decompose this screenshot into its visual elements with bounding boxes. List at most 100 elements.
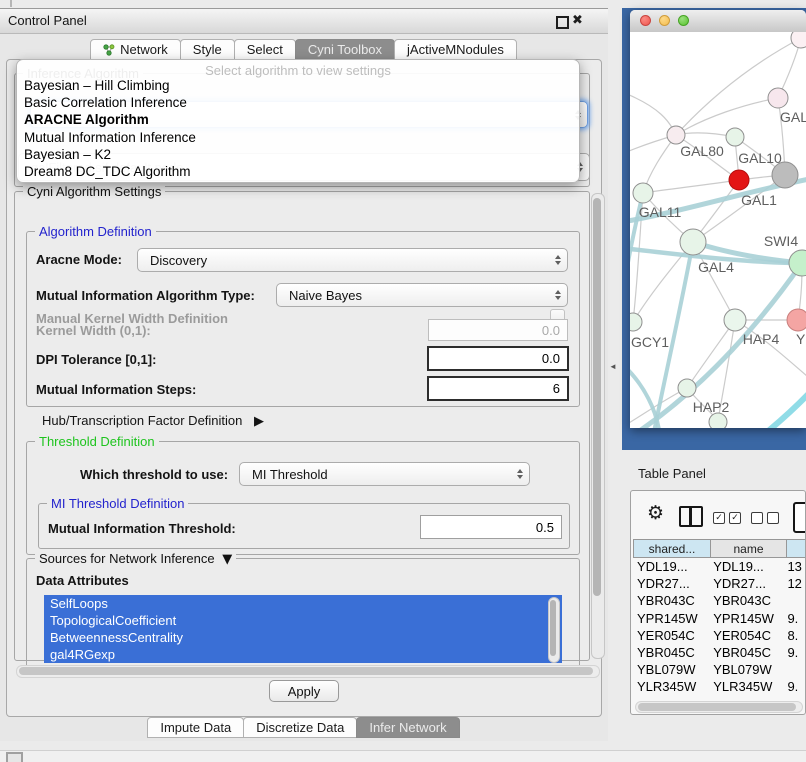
hub-definition-label: Hub/Transcription Factor Definition	[42, 413, 242, 428]
gear-icon[interactable]: ⚙	[647, 504, 664, 523]
data-attribute-item[interactable]: SelfLoops	[44, 595, 562, 612]
dropdown-item[interactable]: Bayesian – Hill Climbing	[17, 77, 579, 94]
traffic-light-close-icon[interactable]	[640, 15, 651, 26]
node-GAL80[interactable]	[667, 126, 685, 144]
kernel-width-input[interactable]: 0.0	[428, 319, 568, 341]
table-cell: 9.	[783, 645, 805, 660]
table-cell: YBL079W	[709, 662, 783, 677]
network-svg: GALGAL80GAL10GAL1GAL11SWI4GAL4GCY1HAP4YH…	[630, 32, 806, 428]
data-attribute-item[interactable]: gal4RGexp	[44, 646, 562, 663]
table-row[interactable]: YBL079WYBL079W	[633, 661, 805, 678]
dropdown-item[interactable]: Dream8 DC_TDC Algorithm	[17, 163, 579, 180]
table-cell: 9	[783, 697, 805, 700]
settings-vertical-scrollbar[interactable]	[591, 193, 605, 659]
tab-impute-data[interactable]: Impute Data	[147, 717, 244, 738]
table-cell: YDL19...	[633, 559, 709, 574]
split-view-icon[interactable]	[679, 506, 703, 527]
table-cell: YER054C	[633, 628, 709, 643]
tab-label: Impute Data	[160, 720, 231, 735]
table-row[interactable]: YER054CYER054C8.	[633, 627, 805, 644]
table-row[interactable]: YPR145WYPR145W9.	[633, 610, 805, 627]
node-GCY1[interactable]	[630, 313, 642, 331]
dropdown-item[interactable]: Mutual Information Inference	[17, 129, 579, 146]
node-Y[interactable]	[787, 309, 806, 331]
network-canvas[interactable]: GALGAL80GAL10GAL1GAL11SWI4GAL4GCY1HAP4YH…	[630, 32, 806, 428]
attributes-list-scrollbar[interactable]	[548, 597, 560, 663]
function-builder-icon[interactable]	[793, 502, 806, 533]
top-tab-bar: Network Style Select Cyni Toolbox jActiv…	[0, 37, 608, 60]
node-label: GAL80	[680, 143, 724, 159]
apply-button[interactable]: Apply	[269, 680, 339, 702]
table-row[interactable]: YBR045CYBR045C9.	[633, 644, 805, 661]
scrollbar-thumb[interactable]	[593, 198, 601, 596]
tab-jactivemnodules[interactable]: jActiveMNodules	[394, 39, 517, 60]
tab-style[interactable]: Style	[180, 39, 235, 60]
select-all-checkboxes-icon[interactable]: ✓✓	[713, 512, 741, 524]
data-attributes-list[interactable]: SelfLoopsTopologicalCoefficientBetweenne…	[44, 595, 562, 663]
traffic-light-zoom-icon[interactable]	[678, 15, 689, 26]
node-SWI4[interactable]	[789, 250, 806, 276]
table-cell: YDR27...	[633, 576, 709, 591]
data-attribute-item[interactable]: TopologicalCoefficient	[44, 612, 562, 629]
stepper-icon	[555, 290, 561, 300]
column-header[interactable]: name	[711, 539, 787, 558]
dropdown-item[interactable]: Basic Correlation Inference	[17, 94, 579, 111]
column-header[interactable]	[787, 539, 806, 558]
dropdown-item[interactable]: Bayesian – K2	[17, 146, 579, 163]
network-window-titlebar[interactable]	[630, 10, 806, 33]
table-row[interactable]: YDL19...YDL19...13	[633, 558, 805, 575]
tab-select[interactable]: Select	[234, 39, 296, 60]
table-horizontal-scrollbar[interactable]	[635, 701, 803, 713]
node-bottom[interactable]	[709, 413, 727, 428]
node-label: GAL10	[738, 150, 782, 166]
float-window-icon[interactable]	[556, 16, 569, 29]
node-GAL11[interactable]	[633, 183, 653, 203]
node-label: GAL	[780, 109, 806, 125]
data-attribute-item[interactable]: BetweennessCentrality	[44, 629, 562, 646]
tab-infer-network[interactable]: Infer Network	[356, 717, 459, 738]
which-threshold-select[interactable]: MI Threshold	[239, 462, 530, 486]
dpi-tolerance-input[interactable]: 0.0	[427, 346, 569, 371]
scrollbar-thumb[interactable]	[638, 703, 796, 711]
dropdown-prompt: Select algorithm to view settings	[17, 63, 579, 78]
tab-label: Network	[120, 42, 168, 57]
node-gal-pink[interactable]	[768, 88, 788, 108]
which-threshold-value: MI Threshold	[252, 467, 328, 482]
hub-definition-toggle[interactable]: Hub/Transcription Factor Definition ▶	[42, 413, 264, 429]
scrollbar-thumb[interactable]	[19, 667, 593, 675]
table-row[interactable]: YDR27...YDR27...12	[633, 575, 805, 592]
mi-type-select[interactable]: Naive Bayes	[276, 283, 568, 307]
node-HAP2[interactable]	[678, 379, 696, 397]
node-GAL4[interactable]	[680, 229, 706, 255]
node-label: Y	[796, 331, 806, 347]
sources-group-title[interactable]: Sources for Network Inference ▼	[35, 551, 236, 567]
node-HAP4[interactable]	[724, 309, 746, 331]
table-row[interactable]: YIL052CYIL052C9	[633, 696, 805, 701]
tab-cyni-toolbox[interactable]: Cyni Toolbox	[295, 39, 395, 60]
table-row[interactable]: YBR043CYBR043C	[633, 592, 805, 609]
deselect-all-checkboxes-icon[interactable]	[751, 512, 779, 524]
which-threshold-label: Which threshold to use:	[80, 467, 228, 482]
mi-steps-input[interactable]: 6	[427, 376, 569, 401]
column-header[interactable]: shared...	[633, 539, 711, 558]
aracne-mode-select[interactable]: Discovery	[137, 248, 568, 272]
control-panel-titlebar[interactable]: Control Panel ✖	[0, 9, 608, 34]
node-label: GAL4	[698, 259, 734, 275]
tab-network[interactable]: Network	[90, 39, 181, 60]
traffic-light-minimize-icon[interactable]	[659, 15, 670, 26]
table-cell: YLR345W	[709, 679, 783, 694]
table-body: YDL19...YDL19...13YDR27...YDR27...12YBR0…	[633, 558, 805, 700]
dock-panel-icon[interactable]	[6, 752, 23, 762]
dropdown-item[interactable]: ARACNE Algorithm	[17, 111, 579, 128]
node-GAL10[interactable]	[726, 128, 744, 146]
settings-horizontal-scrollbar[interactable]	[16, 665, 600, 678]
node-GAL1[interactable]	[729, 170, 749, 190]
network-window[interactable]: GALGAL80GAL10GAL1GAL11SWI4GAL4GCY1HAP4YH…	[630, 10, 806, 428]
node-top[interactable]	[791, 32, 806, 48]
scrollbar-thumb[interactable]	[550, 600, 556, 656]
tab-discretize-data[interactable]: Discretize Data	[243, 717, 357, 738]
panel-splitter-handle[interactable]: ◄	[609, 362, 617, 371]
mi-threshold-input[interactable]: 0.5	[420, 515, 562, 539]
table-row[interactable]: YLR345WYLR345W9.	[633, 678, 805, 695]
close-icon[interactable]: ✖	[572, 13, 583, 28]
